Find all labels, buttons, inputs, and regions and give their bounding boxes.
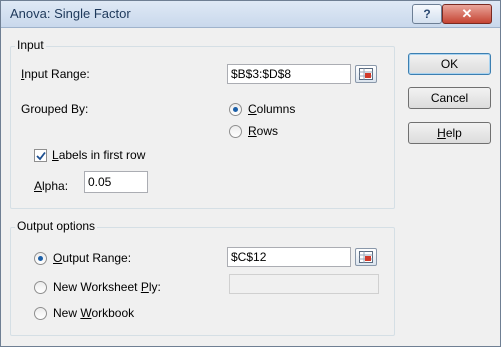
help-icon: ? (423, 7, 431, 21)
new-workbook-radio[interactable] (34, 307, 47, 320)
output-range-label: Output Range: (53, 251, 132, 265)
output-range-field[interactable]: $C$12 (227, 247, 351, 267)
ok-button[interactable]: OK (408, 53, 491, 75)
titlebar-help-button[interactable]: ? (412, 4, 442, 24)
help-button[interactable]: Help (408, 122, 491, 144)
input-range-field[interactable]: $B$3:$D$8 (227, 64, 351, 84)
output-range-select-button[interactable] (355, 248, 377, 266)
grouped-by-label: Grouped By: (21, 102, 89, 116)
new-worksheet-ply-radio[interactable] (34, 281, 47, 294)
grouped-by-rows-radio[interactable] (229, 125, 242, 138)
labels-checkbox-label: Labels in first row (52, 148, 146, 162)
dialog-title: Anova: Single Factor (10, 6, 131, 21)
input-range-select-button[interactable] (355, 65, 377, 83)
range-select-icon (359, 68, 373, 80)
grouped-by-columns-label: Columns (248, 102, 296, 116)
grouped-by-columns-radio[interactable] (229, 103, 242, 116)
checkmark-icon (36, 151, 46, 161)
cancel-button[interactable]: Cancel (408, 87, 491, 109)
alpha-label: Alpha: (34, 179, 69, 193)
new-worksheet-ply-label: New Worksheet Ply: (53, 280, 161, 294)
output-options-legend: Output options (15, 219, 98, 233)
grouped-by-rows-label: Rows (248, 124, 279, 138)
alpha-field[interactable]: 0.05 (84, 171, 148, 193)
new-workbook-label: New Workbook (53, 306, 135, 320)
title-bar: Anova: Single Factor ? ✕ (1, 1, 500, 28)
anova-dialog: Anova: Single Factor ? ✕ Input Input Ran… (0, 0, 501, 347)
input-range-label: Input Range: (21, 67, 90, 81)
output-range-radio[interactable] (34, 252, 47, 265)
input-group-legend: Input (15, 38, 46, 52)
range-select-icon (359, 251, 373, 263)
new-worksheet-ply-field[interactable] (229, 274, 379, 294)
close-icon: ✕ (461, 6, 473, 21)
titlebar-close-button[interactable]: ✕ (442, 4, 492, 24)
labels-checkbox[interactable] (34, 149, 47, 162)
